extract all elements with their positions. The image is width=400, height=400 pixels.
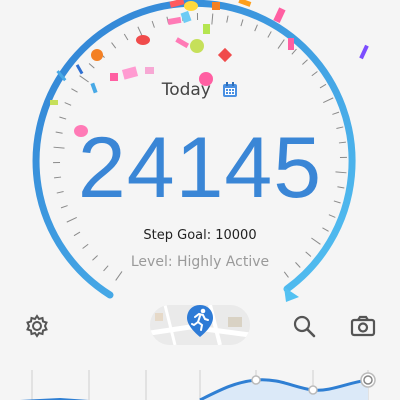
dial-tick (302, 59, 308, 65)
dial-tick (88, 63, 95, 69)
dial-tick (115, 271, 123, 281)
step-counter-screen: Today 24145 Step Goal: 10000 Level: High… (0, 0, 400, 400)
camera-button[interactable] (350, 313, 376, 339)
today-label: Today (161, 80, 211, 100)
dial-tick (111, 42, 117, 49)
search-button[interactable] (291, 313, 317, 339)
settings-button[interactable] (24, 313, 50, 339)
search-icon (293, 315, 316, 338)
activity-level: Level: Highly Active (130, 254, 270, 270)
camera-icon (350, 315, 376, 337)
dial-tick (277, 39, 285, 49)
bottom-toolbar (0, 305, 400, 349)
dial-tick (64, 102, 72, 106)
running-person-icon (187, 305, 213, 337)
dial-tick (82, 243, 89, 249)
dial-tick (283, 271, 289, 278)
map-button[interactable] (150, 305, 250, 345)
calendar-icon[interactable] (222, 82, 238, 98)
dial-tick (123, 33, 129, 41)
dial-tick (254, 24, 258, 32)
dial-tick (66, 217, 77, 223)
step-count: 24145 (77, 120, 323, 216)
gear-icon (26, 314, 48, 338)
dial-tick (211, 13, 214, 25)
dial-tick (226, 15, 229, 23)
dial-tick (151, 20, 155, 28)
today-header: Today (0, 80, 400, 100)
dial-tick (267, 31, 272, 38)
history-chart[interactable] (0, 360, 400, 400)
dial-tick (311, 71, 318, 77)
dial-tick (332, 111, 340, 115)
history-chart-graphic (20, 370, 376, 400)
dial-tick (240, 19, 244, 27)
step-goal: Step Goal: 10000 (143, 228, 257, 243)
